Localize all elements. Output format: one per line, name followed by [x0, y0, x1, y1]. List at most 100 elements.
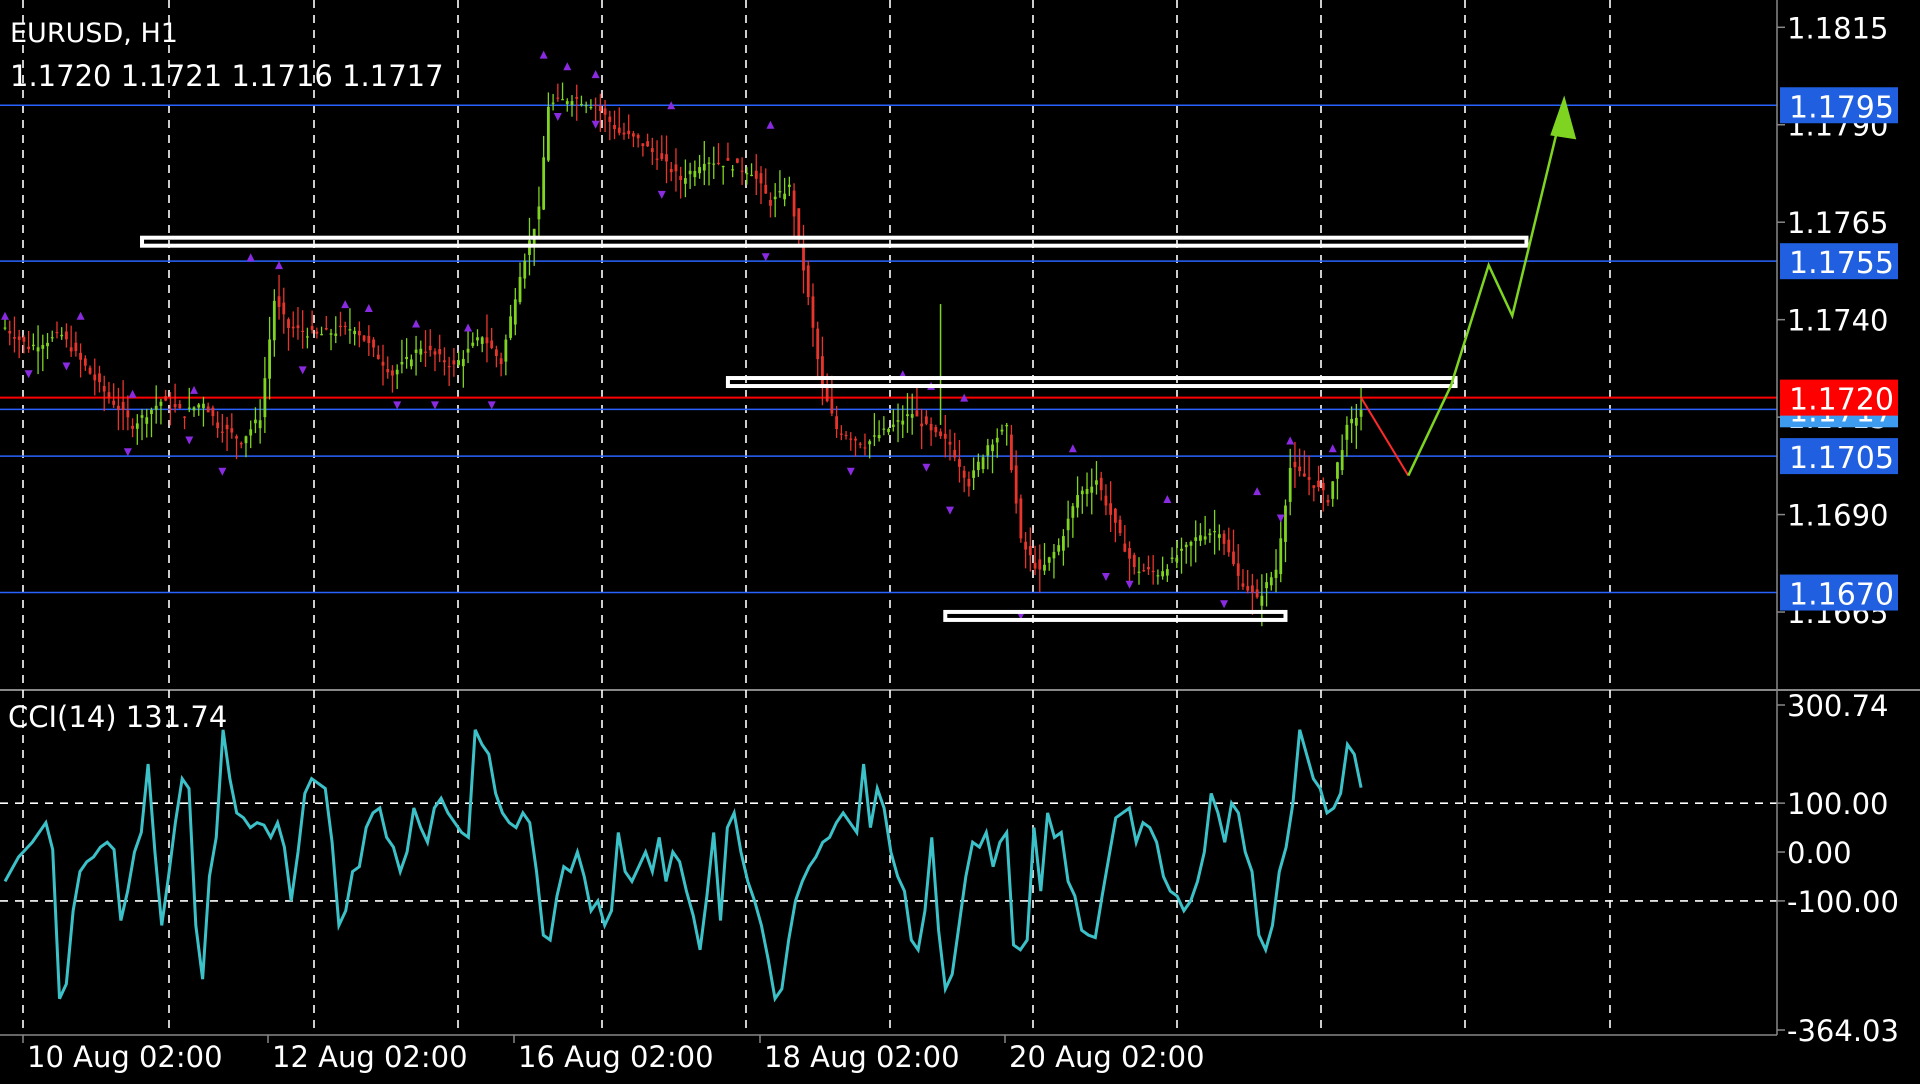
candle-body: [405, 356, 409, 360]
time-tick-label: 10 Aug 02:00: [27, 1040, 223, 1074]
candle-body: [929, 423, 933, 431]
zone-rectangle: [725, 376, 1458, 389]
candle-body: [150, 409, 153, 415]
chart-window: 1.18151.17901.17651.17401.17151.16901.16…: [0, 0, 1920, 1080]
candle-body: [981, 457, 985, 470]
candle-body: [258, 420, 262, 429]
candle-body: [296, 325, 300, 329]
candle-body: [948, 441, 952, 445]
fractal-up-mark: [1, 311, 9, 320]
candle-body: [924, 416, 928, 424]
candle-body: [693, 170, 697, 178]
time-tick-label: 12 Aug 02:00: [272, 1040, 468, 1074]
candle-body: [920, 423, 924, 427]
candle-body: [230, 428, 234, 433]
candle-body: [854, 438, 857, 441]
candle-body: [995, 437, 999, 443]
candle-body: [991, 444, 994, 452]
cci-axis: 300.74 100.00 0.00 -100.00 -364.03: [1776, 689, 1899, 1048]
candles: [3, 82, 1363, 627]
candle-body: [1047, 557, 1051, 563]
candle-body: [1170, 557, 1174, 559]
candle-body: [726, 157, 730, 161]
candle-body: [688, 170, 692, 175]
candle-body: [41, 345, 45, 349]
candle-body: [1113, 508, 1117, 523]
candle-body: [1279, 538, 1283, 575]
fractal-down-mark: [123, 448, 132, 457]
cci-title: CCI(14) 131.74: [8, 700, 227, 734]
chart-canvas[interactable]: 1.18151.17901.17651.17401.17151.16901.16…: [0, 0, 1920, 1080]
candle-body: [178, 404, 182, 409]
price-tick-label: 1.1765: [1787, 206, 1888, 240]
candle-body: [1010, 434, 1013, 471]
support-resistance-zones: [140, 235, 1529, 622]
candle-body: [858, 443, 862, 445]
fractal-up-mark: [275, 261, 284, 270]
cci-line: [3, 729, 1363, 1003]
candle-body: [301, 330, 305, 333]
candle-body: [967, 478, 971, 487]
candle-body: [901, 420, 905, 425]
candle-body: [561, 99, 564, 101]
candle-body: [485, 337, 489, 344]
fractal-down-mark: [922, 463, 931, 472]
candle-body: [863, 447, 867, 449]
candle-body: [1354, 417, 1358, 426]
candle-body: [783, 193, 787, 200]
candle-body: [282, 302, 286, 315]
candle-body: [121, 401, 125, 410]
candle-body: [934, 426, 938, 433]
candle-body: [1345, 424, 1349, 440]
candle-body: [277, 296, 281, 307]
candle-body: [409, 359, 413, 367]
candle-body: [1317, 480, 1320, 488]
candle-body: [1199, 535, 1202, 541]
candle-body: [1033, 562, 1037, 569]
candle-body: [93, 374, 97, 381]
candle-body: [320, 334, 323, 336]
price-line-label: 1.1670: [1789, 578, 1894, 613]
candle-body: [362, 335, 366, 341]
candle-body: [958, 459, 961, 467]
cci-tick-label: -100.00: [1787, 885, 1899, 919]
candle-body: [1260, 595, 1264, 606]
candle-body: [457, 360, 460, 365]
candle-body: [802, 244, 805, 271]
candle-body: [594, 104, 598, 107]
candle-body: [972, 470, 976, 478]
price-line-label: 1.1795: [1789, 90, 1894, 125]
candle-body: [707, 162, 711, 164]
price-lines: [0, 104, 1777, 594]
candle-body: [632, 133, 635, 137]
candle-body: [939, 431, 942, 437]
candle-body: [537, 206, 541, 220]
candle-body: [674, 164, 678, 172]
candle-body: [348, 329, 352, 331]
price-line-label: 1.1720: [1789, 383, 1894, 418]
candle-body: [617, 127, 621, 133]
candle-body: [797, 208, 801, 239]
candle-body: [386, 368, 390, 373]
candle-body: [1232, 551, 1235, 565]
candle-body: [641, 143, 645, 147]
candle-body: [546, 106, 550, 161]
candle-body: [698, 167, 701, 174]
fractal-up-mark: [539, 50, 548, 59]
projection-arrow-head: [1550, 95, 1577, 140]
candle-body: [1052, 551, 1056, 559]
candle-body: [13, 337, 16, 339]
candle-body: [329, 333, 333, 335]
candle-body: [1255, 589, 1259, 598]
candle-body: [480, 337, 484, 344]
candle-body: [1298, 466, 1302, 472]
candle-body: [613, 124, 616, 130]
fractal-down-mark: [218, 467, 227, 476]
candle-body: [830, 398, 834, 414]
candle-body: [646, 141, 649, 147]
fractal-up-mark: [766, 120, 775, 129]
fractal-up-mark: [464, 323, 473, 332]
candle-body: [1043, 564, 1046, 571]
candle-body: [721, 165, 725, 168]
candle-body: [1062, 536, 1065, 551]
